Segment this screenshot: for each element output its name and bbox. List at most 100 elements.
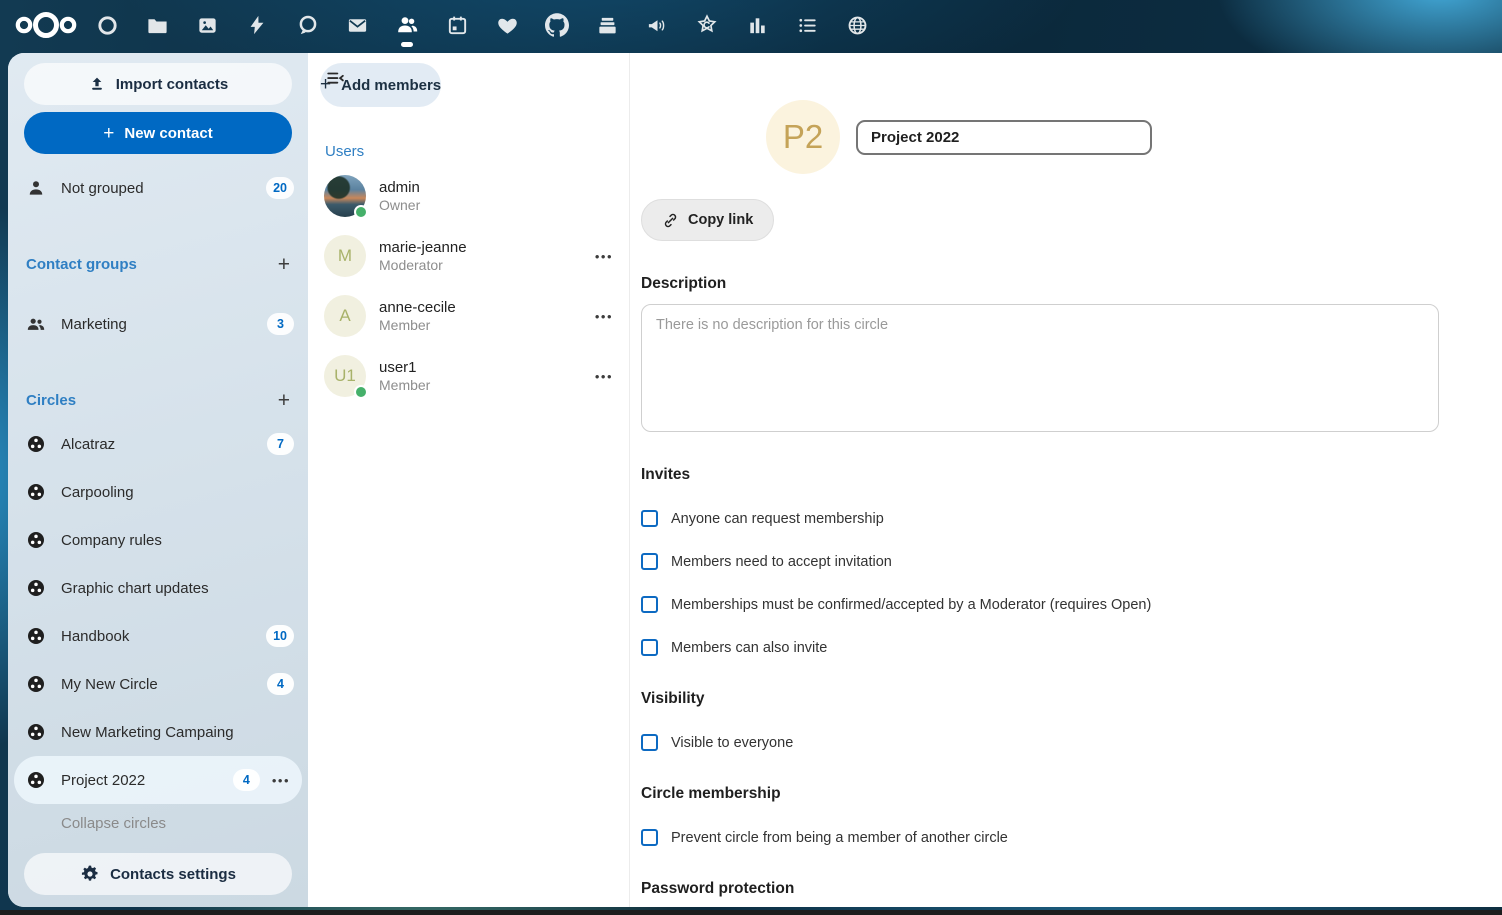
circle-avatar[interactable]: P2 bbox=[766, 100, 840, 174]
checkbox-unchecked[interactable] bbox=[641, 639, 658, 656]
option-row[interactable]: Prevent circle from being a member of an… bbox=[641, 829, 1502, 846]
talk-app-icon[interactable] bbox=[282, 0, 332, 50]
favorites-app-icon[interactable] bbox=[482, 0, 532, 50]
count-badge: 20 bbox=[266, 177, 294, 199]
circle-label: Alcatraz bbox=[61, 436, 267, 453]
option-label: Prevent circle from being a member of an… bbox=[671, 830, 1008, 846]
sidebar-item-circle[interactable]: Project 2022 4 ••• bbox=[14, 756, 302, 804]
circles-app-icon[interactable] bbox=[82, 0, 132, 50]
circle-name-input[interactable] bbox=[856, 120, 1152, 155]
import-contacts-button[interactable]: Import contacts bbox=[24, 63, 292, 105]
member-row[interactable]: U1 user1 Member ••• bbox=[308, 346, 629, 406]
collapse-member-list-icon[interactable] bbox=[324, 68, 348, 92]
circle-details-panel: P2 Copy link Description Invites bbox=[630, 53, 1502, 907]
sidebar-item-circle[interactable]: Carpooling bbox=[8, 468, 308, 516]
contacts-app-icon[interactable] bbox=[382, 0, 432, 50]
checkbox-unchecked[interactable] bbox=[641, 510, 658, 527]
member-row[interactable]: M marie-jeanne Moderator ••• bbox=[308, 226, 629, 286]
option-row[interactable]: Members need to accept invitation bbox=[641, 553, 1502, 570]
add-members-label: Add members bbox=[341, 77, 441, 94]
sidebar-item-circle[interactable]: Handbook 10 bbox=[8, 612, 308, 660]
member-name: marie-jeanne bbox=[379, 239, 583, 256]
sidebar-item-circle[interactable]: Graphic chart updates bbox=[8, 564, 308, 612]
circle-label: Company rules bbox=[61, 532, 294, 549]
member-name: admin bbox=[379, 179, 613, 196]
photos-app-icon[interactable] bbox=[182, 0, 232, 50]
option-row[interactable]: Members can also invite bbox=[641, 639, 1502, 656]
tasks-app-icon[interactable] bbox=[782, 0, 832, 50]
link-icon bbox=[662, 212, 679, 229]
option-row[interactable]: Anyone can request membership bbox=[641, 510, 1502, 527]
circles-icon bbox=[26, 530, 46, 550]
sidebar-item-circle[interactable]: Company rules bbox=[8, 516, 308, 564]
avatar-initials: M bbox=[338, 246, 352, 266]
checkbox-unchecked[interactable] bbox=[641, 553, 658, 570]
settings-section: Invites Anyone can request membership Me… bbox=[641, 466, 1502, 656]
add-group-button[interactable]: + bbox=[278, 254, 290, 275]
copy-link-button[interactable]: Copy link bbox=[641, 199, 774, 241]
option-list: Anyone can request membership Members ne… bbox=[641, 510, 1502, 656]
group-label: Marketing bbox=[61, 316, 267, 333]
collapse-circles-button[interactable]: Collapse circles bbox=[8, 804, 308, 842]
member-actions-menu[interactable]: ••• bbox=[595, 249, 613, 264]
sidebar-item-circle[interactable]: My New Circle 4 bbox=[8, 660, 308, 708]
member-actions-menu[interactable]: ••• bbox=[595, 309, 613, 324]
circle-label: Carpooling bbox=[61, 484, 294, 501]
member-actions-menu[interactable]: ••• bbox=[595, 369, 613, 384]
count-badge: 10 bbox=[266, 625, 294, 647]
nextcloud-logo[interactable] bbox=[10, 0, 82, 50]
member-role: Owner bbox=[379, 197, 613, 213]
option-row[interactable]: Visible to everyone bbox=[641, 734, 1502, 751]
avatar-initials: A bbox=[339, 306, 350, 326]
add-circle-button[interactable]: + bbox=[278, 390, 290, 411]
circle-label: Project 2022 bbox=[61, 772, 233, 789]
sidebar-item-not-grouped[interactable]: Not grouped 20 bbox=[8, 166, 308, 210]
sidebar-item-group[interactable]: Marketing 3 bbox=[8, 302, 308, 346]
section-heading: Circle membership bbox=[641, 785, 1502, 803]
circles-icon bbox=[26, 722, 46, 742]
member-row[interactable]: admin Owner bbox=[308, 166, 629, 226]
external-sites-app-icon[interactable] bbox=[832, 0, 882, 50]
circle-actions-menu[interactable]: ••• bbox=[272, 773, 290, 788]
circles-icon bbox=[26, 770, 46, 790]
member-role: Member bbox=[379, 317, 583, 333]
contacts-settings-button[interactable]: Contacts settings bbox=[24, 853, 292, 895]
member-role: Member bbox=[379, 377, 583, 393]
analytics-app-icon[interactable] bbox=[732, 0, 782, 50]
avatar: A bbox=[324, 295, 366, 337]
option-row[interactable]: Memberships must be confirmed/accepted b… bbox=[641, 596, 1502, 613]
sidebar-item-circle[interactable]: Alcatraz 7 bbox=[8, 420, 308, 468]
calendar-app-icon[interactable] bbox=[432, 0, 482, 50]
announcements-app-icon[interactable] bbox=[632, 0, 682, 50]
contact-groups-header: Contact groups + bbox=[8, 244, 308, 284]
checkbox-unchecked[interactable] bbox=[641, 734, 658, 751]
contact-groups-label: Contact groups bbox=[26, 256, 278, 273]
copy-link-label: Copy link bbox=[688, 212, 753, 228]
new-contact-button[interactable]: + New contact bbox=[24, 112, 292, 154]
description-textarea[interactable] bbox=[641, 304, 1439, 432]
contact-group-list: Marketing 3 bbox=[8, 302, 308, 346]
member-row[interactable]: A anne-cecile Member ••• bbox=[308, 286, 629, 346]
online-status-dot bbox=[354, 385, 368, 399]
collectives-app-icon[interactable] bbox=[682, 0, 732, 50]
screen-bottom-edge bbox=[0, 910, 1502, 915]
circles-icon bbox=[26, 626, 46, 646]
members-panel: + Add members Users admin Owner bbox=[308, 53, 630, 907]
activity-app-icon[interactable] bbox=[232, 0, 282, 50]
mail-app-icon[interactable] bbox=[332, 0, 382, 50]
circles-icon bbox=[26, 482, 46, 502]
new-contact-label: New contact bbox=[124, 125, 212, 142]
github-app-icon[interactable] bbox=[532, 0, 582, 50]
member-role: Moderator bbox=[379, 257, 583, 273]
deck-app-icon[interactable] bbox=[582, 0, 632, 50]
files-app-icon[interactable] bbox=[132, 0, 182, 50]
avatar: M bbox=[324, 235, 366, 277]
section-heading: Visibility bbox=[641, 690, 1502, 708]
checkbox-unchecked[interactable] bbox=[641, 596, 658, 613]
checkbox-unchecked[interactable] bbox=[641, 829, 658, 846]
sidebar-item-circle[interactable]: New Marketing Campaing bbox=[8, 708, 308, 756]
avatar bbox=[324, 175, 366, 217]
description-heading: Description bbox=[641, 275, 1502, 293]
avatar: U1 bbox=[324, 355, 366, 397]
settings-section: Visibility Visible to everyone bbox=[641, 690, 1502, 751]
